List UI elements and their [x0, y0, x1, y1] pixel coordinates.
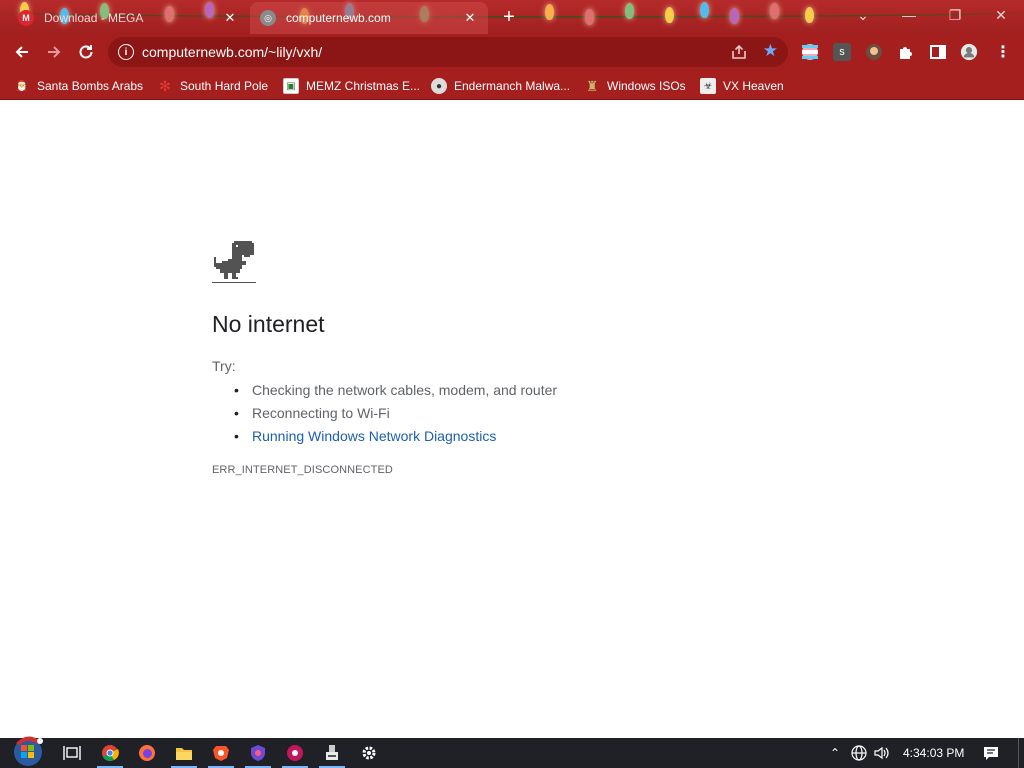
menu-kebab-icon[interactable]: ⋮: [994, 43, 1012, 61]
tab-mega[interactable]: M Download - MEGA ✕: [8, 2, 248, 34]
bookmark-santa-bombs-arabs[interactable]: 🎅 Santa Bombs Arabs: [14, 75, 143, 97]
vpn-shield-icon: [251, 745, 265, 761]
bookmark-label: Santa Bombs Arabs: [37, 79, 144, 93]
reload-icon: [79, 45, 93, 59]
extensions-puzzle-icon[interactable]: [897, 43, 915, 61]
suggestions-list: Checking the network cables, modem, and …: [234, 379, 557, 448]
taskbar-chrome[interactable]: [92, 740, 128, 768]
windows-iso-icon: ♜: [585, 77, 599, 94]
profile-avatar-icon[interactable]: [960, 43, 978, 61]
taskbar-app[interactable]: [277, 740, 313, 768]
back-button[interactable]: [8, 38, 36, 66]
bookmark-label: Endermanch Malwa...: [454, 79, 571, 93]
tab-title: computernewb.com: [286, 11, 391, 25]
tab-strip: M Download - MEGA ✕ ◎ computernewb.com ✕…: [0, 0, 1024, 34]
vx-icon: ☣: [700, 78, 716, 94]
bookmark-star-icon[interactable]: ★: [763, 41, 778, 61]
taskbar-brave[interactable]: [203, 740, 239, 768]
brave-icon: [213, 746, 229, 761]
taskbar-vpn[interactable]: [240, 740, 276, 768]
firefox-icon: [139, 745, 155, 761]
share-icon[interactable]: [730, 43, 748, 61]
bookmark-label: MEMZ Christmas E...: [306, 79, 421, 93]
task-view-icon: [63, 746, 81, 760]
network-diagnostics-link[interactable]: Running Windows Network Diagnostics: [234, 425, 557, 448]
desktop-window: M Download - MEGA ✕ ◎ computernewb.com ✕…: [0, 0, 1024, 768]
reload-button[interactable]: [72, 38, 100, 66]
memz-icon: ▣: [283, 78, 299, 94]
dinosaur-icon: [212, 241, 256, 283]
close-window-button[interactable]: ✕: [978, 0, 1024, 30]
extension-avatar-icon[interactable]: [865, 43, 883, 61]
start-button[interactable]: [8, 732, 48, 768]
bookmark-label: South Hard Pole: [180, 79, 269, 93]
raccoon-icon: ●: [431, 78, 447, 94]
task-view-button[interactable]: [54, 740, 90, 766]
suggestion-item: Reconnecting to Wi-Fi: [234, 402, 557, 425]
show-hidden-icons-button[interactable]: ⌃: [826, 738, 844, 768]
volume-icon[interactable]: [873, 738, 891, 768]
chrome-icon: [102, 745, 119, 762]
bookmark-south-hard-pole[interactable]: ✻ South Hard Pole: [157, 75, 268, 97]
chevron-up-icon: ⌃: [829, 746, 841, 760]
snowflake-icon: ✻: [159, 77, 171, 94]
taskbar-settings[interactable]: [351, 740, 387, 766]
usb-drive-icon: [326, 745, 338, 760]
bookmark-endermanch-malware[interactable]: ● Endermanch Malwa...: [431, 75, 570, 97]
folder-icon: [176, 748, 192, 760]
error-code: ERR_INTERNET_DISCONNECTED: [212, 464, 393, 476]
bookmark-windows-isos[interactable]: ♜ Windows ISOs: [584, 75, 686, 97]
tab-computernewb[interactable]: ◎ computernewb.com ✕: [250, 2, 488, 34]
globe-icon: ◎: [260, 10, 276, 26]
taskbar-usb-tool[interactable]: [314, 740, 350, 768]
side-panel-icon[interactable]: [929, 43, 947, 61]
clock[interactable]: 4:34:03 PM: [903, 738, 965, 768]
extension-s-icon[interactable]: s: [833, 43, 851, 61]
taskbar-firefox[interactable]: [129, 740, 165, 766]
restore-button[interactable]: ❐: [932, 0, 978, 30]
page-content: No internet Try: Checking the network ca…: [0, 101, 1024, 738]
minimize-button[interactable]: —: [886, 0, 932, 30]
notifications-button[interactable]: [980, 738, 1002, 768]
address-bar[interactable]: i computernewb.com/~lily/vxh/ ★: [108, 37, 788, 67]
bookmark-vx-heaven[interactable]: ☣ VX Heaven: [700, 75, 784, 97]
browser-toolbar: i computernewb.com/~lily/vxh/ ★ s ⋮: [0, 34, 1024, 70]
url-text[interactable]: computernewb.com/~lily/vxh/: [142, 44, 322, 60]
santa-icon: 🎅: [15, 80, 29, 92]
bookmark-label: Windows ISOs: [607, 79, 686, 93]
site-info-icon[interactable]: i: [118, 44, 134, 60]
tab-close-icon[interactable]: ✕: [462, 10, 478, 26]
taskbar-file-explorer[interactable]: [166, 740, 202, 768]
mega-icon: M: [18, 10, 34, 26]
network-globe-icon[interactable]: [850, 738, 868, 768]
tab-search-button[interactable]: ⌄: [840, 0, 886, 30]
bookmarks-bar: 🎅 Santa Bombs Arabs ✻ South Hard Pole ▣ …: [0, 70, 1024, 100]
forward-button[interactable]: [40, 38, 68, 66]
bookmark-label: VX Heaven: [723, 79, 784, 93]
forward-arrow-icon: [48, 46, 61, 58]
tab-close-icon[interactable]: ✕: [222, 10, 238, 26]
start-orb-icon: [14, 736, 43, 766]
page-title: No internet: [212, 311, 325, 337]
extension-flag-icon[interactable]: [801, 43, 819, 61]
app-icon: [287, 745, 303, 761]
taskbar: ⌃ 4:34:03 PM: [0, 736, 1024, 768]
back-arrow-icon: [15, 46, 28, 58]
bookmark-memz-christmas[interactable]: ▣ MEMZ Christmas E...: [283, 75, 420, 97]
tab-title: Download - MEGA: [44, 11, 144, 25]
suggestion-item: Checking the network cables, modem, and …: [234, 379, 557, 402]
new-tab-button[interactable]: +: [498, 7, 520, 29]
action-center-icon: [984, 747, 998, 760]
try-label: Try:: [212, 358, 236, 374]
settings-gear-icon: [362, 746, 376, 760]
show-desktop-button[interactable]: [1018, 738, 1024, 768]
